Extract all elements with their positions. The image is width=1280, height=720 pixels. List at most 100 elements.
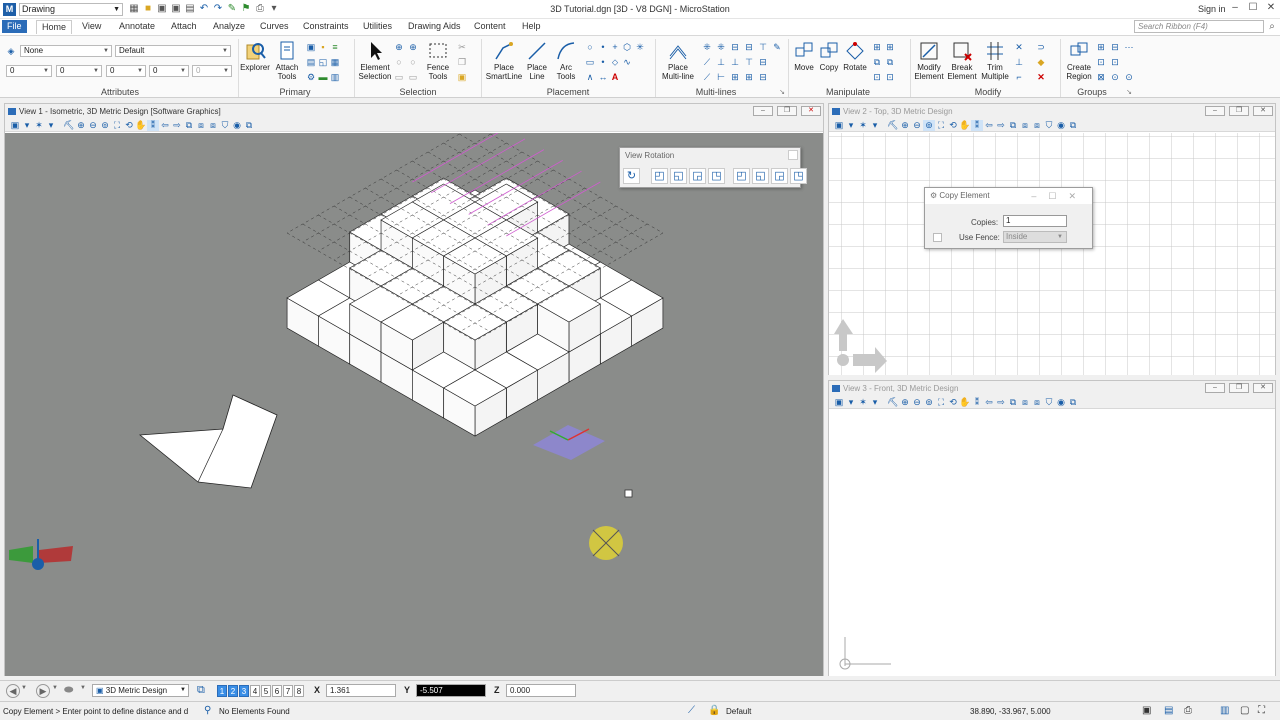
rotate-view-icon[interactable]: ⟲ [123,120,135,131]
display-style-icon[interactable]: ▾ [845,120,857,131]
layers-icon[interactable]: ≡ [330,42,340,52]
point-icon[interactable]: • [598,42,608,52]
update-icon[interactable]: ▾ [45,120,57,131]
drop-graphic-group-icon[interactable]: ⊡ [1110,57,1120,67]
explorer-button[interactable]: Explorer [240,40,270,72]
spin-icon[interactable]: ⊡ [885,72,895,82]
level-display-icon[interactable]: ▣ [306,42,316,52]
add-to-graphic-group-icon[interactable]: ⊡ [1096,57,1106,67]
scale-icon[interactable]: ⊞ [872,42,882,52]
back-icon[interactable]: ◀ [6,684,20,698]
sign-in-link[interactable]: Sign in [1198,4,1226,14]
line-weight-dropdown[interactable]: 0 ▼ [106,65,146,77]
view-toggle-6[interactable]: 6 [272,685,282,697]
selection-mode-icon[interactable]: ▭ [394,72,404,82]
notification-icon[interactable]: ▢ [1240,705,1249,716]
right-iso-view-cube-icon[interactable]: ◳ [790,168,807,184]
snap-icon[interactable]: ⟋ [688,705,695,716]
tab-annotate[interactable]: Annotate [114,20,160,33]
clip-volume-icon[interactable]: ⧈ [1019,397,1031,408]
restore-icon[interactable]: ❐ [777,106,797,116]
paste-icon[interactable]: ▣ [457,72,467,82]
chevron-down-icon[interactable]: ▼ [80,685,86,691]
copy-view-icon[interactable]: ⧉ [183,120,195,131]
close-icon[interactable]: ✕ [1253,383,1273,393]
place-smartline-button[interactable]: Place SmartLine [484,40,524,81]
properties-icon[interactable]: ▦ [330,57,340,67]
ml-joint-icon-4[interactable]: ⊟ [744,42,754,52]
unlock-group-icon[interactable]: ⊙ [1110,72,1120,82]
references-icon[interactable]: ▤ [306,57,316,67]
saved-views-icon[interactable]: ⧉ [243,120,255,131]
view-2-canvas[interactable] [829,133,1275,375]
active-model-dropdown[interactable]: ▣ 3D Metric Design ▼ [92,684,189,697]
select-all-icon[interactable]: ⊕ [394,42,404,52]
view-attributes-icon[interactable]: ▣ [833,120,845,131]
fit-view-icon[interactable]: ⛶ [935,397,947,408]
minimize-icon[interactable]: – [1031,191,1048,201]
clip-volume-icon[interactable]: ⧈ [1019,120,1031,131]
use-fence-dropdown[interactable]: Inside ▼ [1003,231,1067,243]
x-coordinate-input[interactable]: 1.361 [326,684,396,697]
transparency-dropdown[interactable]: 0 ▼ [149,65,189,77]
search-icon[interactable]: ⌕ [1266,21,1278,33]
brush-icon[interactable]: ⛏ [887,120,899,131]
ml-joint-icon-8[interactable]: ⊥ [716,57,726,67]
maximize-icon[interactable]: ☐ [1246,1,1260,15]
plus-icon[interactable]: + [610,42,620,52]
partial-delete-icon[interactable]: ⊃ [1036,42,1046,52]
view-attributes-icon[interactable]: ▣ [833,397,845,408]
view-toggle-1[interactable]: 1 [217,685,227,697]
model-icon[interactable]: ⬬ [64,684,73,697]
restore-icon[interactable]: ❐ [1229,106,1249,116]
view-1-window[interactable]: View 1 - Isometric, 3D Metric Design [So… [4,103,824,676]
saved-views-icon[interactable]: ⧉ [1067,397,1079,408]
move-button[interactable]: Move [790,40,818,72]
tab-utilities[interactable]: Utilities [358,20,397,33]
ml-joint-icon-6[interactable]: ✎ [772,42,782,52]
camera-icon[interactable]: ◉ [1055,120,1067,131]
display-style-icon[interactable]: ▾ [845,397,857,408]
active-level-status[interactable]: Default [726,707,751,716]
close-icon[interactable]: ✕ [1264,1,1278,15]
array-icon[interactable]: ⧉ [872,57,882,67]
right-view-cube-icon[interactable]: ◲ [689,168,706,184]
view-previous-icon[interactable]: ⇦ [983,397,995,408]
spline-icon[interactable]: ∿ [622,57,632,67]
copy-button[interactable]: Copy [816,40,842,72]
align-icon[interactable]: ⧉ [885,57,895,67]
element-template-dropdown[interactable]: Default ▼ [115,45,231,57]
fit-view-icon[interactable]: ⛶ [111,120,123,131]
break-element-button[interactable]: Break Element [945,40,979,81]
properties-icon[interactable]: ▤ [1164,705,1173,716]
ml-joint-icon-13[interactable]: ⊢ [716,72,726,82]
tab-attach[interactable]: Attach [166,20,202,33]
star-point-icon[interactable]: ✳ [635,42,645,52]
rotate-view-icon[interactable]: ⟲ [947,120,959,131]
chevron-down-icon[interactable]: ▼ [52,685,58,691]
minimize-icon[interactable]: – [1205,383,1225,393]
pan-icon[interactable]: ✋ [135,120,147,131]
update-icon[interactable]: ▾ [869,120,881,131]
shape-icon[interactable]: ⬦ [610,57,620,67]
create-region-button[interactable]: Create Region [1062,40,1096,81]
intersect-icon[interactable]: ✕ [1014,42,1024,52]
saved-views-icon[interactable]: ⧉ [1067,120,1079,131]
project-icon[interactable]: ▥ [330,72,340,82]
priority-dropdown[interactable]: 0 ▼ [192,65,232,77]
view-filter-icon[interactable]: ⛉ [1043,397,1055,408]
zoom-out-icon[interactable]: ⊖ [911,397,923,408]
brush-icon[interactable]: ⛏ [63,120,75,131]
view-toggle-8[interactable]: 8 [294,685,304,697]
ml-joint-icon-11[interactable]: ⊟ [758,57,768,67]
zoom-in-icon[interactable]: ⊕ [899,397,911,408]
view-toggle-7[interactable]: 7 [283,685,293,697]
brush-icon[interactable]: ⛏ [887,397,899,408]
level-manager-icon[interactable]: ◈ [6,46,16,56]
view-previous-icon[interactable]: ⇦ [159,120,171,131]
ml-joint-icon-16[interactable]: ⊟ [758,72,768,82]
ml-joint-icon-10[interactable]: ⊤ [744,57,754,67]
trim-multiple-button[interactable]: Trim Multiple [978,40,1012,81]
place-multiline-button[interactable]: Place Multi-line [658,40,698,81]
view-attributes-icon[interactable]: ▣ [9,120,21,131]
